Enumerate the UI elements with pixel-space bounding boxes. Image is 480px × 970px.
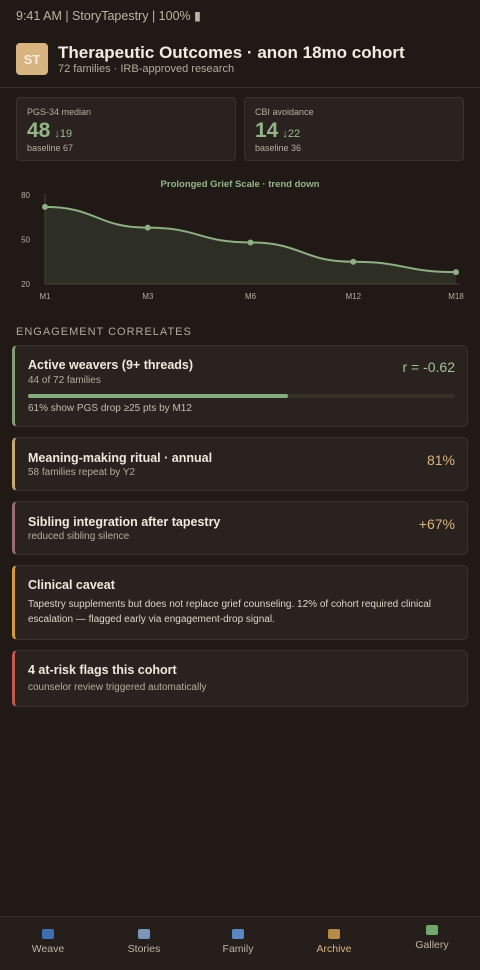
nav-weave[interactable]: Weave <box>0 917 96 970</box>
sibling-percent: +67% <box>418 516 455 532</box>
y-tick-label: 20 <box>21 280 30 289</box>
box-icon <box>328 929 340 939</box>
card-meaning-ritual[interactable]: Meaning-making ritual · annual 58 famili… <box>12 437 468 491</box>
spool-icon <box>42 929 54 939</box>
stat-delta: ↓22 <box>282 128 301 140</box>
data-point <box>350 258 357 265</box>
nav-label: Family <box>222 943 254 955</box>
card-active-weavers[interactable]: Active weavers (9+ threads) 44 of 72 fam… <box>12 345 468 427</box>
data-point <box>453 269 459 276</box>
nav-archive[interactable]: Archive <box>286 917 382 970</box>
card-title: 4 at-risk flags this cohort <box>28 663 177 677</box>
x-tick-label: M18 <box>448 292 464 301</box>
stat-value: 14 <box>255 119 279 142</box>
card-clinical-caveat: Clinical caveat Tapestry supplements but… <box>12 565 468 640</box>
stat-card-cbi[interactable]: CBI avoidance 14 ↓22 baseline 36 <box>244 97 464 161</box>
x-tick-label: M1 <box>39 292 51 301</box>
nav-label: Stories <box>127 943 161 955</box>
people-icon <box>232 929 244 939</box>
grief-trend-chart: Prolonged Grief Scale · trend down 80 50 2… <box>0 172 480 307</box>
page-title: Therapeutic Outcomes · anon 18mo cohort <box>58 43 405 62</box>
book-icon <box>138 929 150 939</box>
stat-card-pgs[interactable]: PGS-34 median 48 ↓19 baseline 67 <box>16 97 236 161</box>
card-sibling-integration[interactable]: Sibling integration after tapestry reduc… <box>12 501 468 555</box>
data-point <box>42 203 48 210</box>
y-tick-label: 80 <box>21 191 30 200</box>
page-subtitle: 72 families · IRB-approved research <box>58 63 235 75</box>
nav-label: Weave <box>31 943 65 955</box>
card-at-risk-flags[interactable]: 4 at-risk flags this cohort counselor re… <box>12 650 468 707</box>
card-note: 61% show PGS drop ≥25 pts by M12 <box>28 403 192 414</box>
stat-value: 48 <box>27 119 51 142</box>
app-avatar: ST <box>16 43 48 75</box>
stat-baseline: baseline 36 <box>255 143 302 153</box>
picture-icon <box>426 925 438 935</box>
progress-track <box>28 394 455 398</box>
section-heading: ENGAGEMENT CORRELATES <box>16 326 192 338</box>
x-tick-label: M6 <box>245 292 257 301</box>
page-header: ST Therapeutic Outcomes · anon 18mo coho… <box>16 43 464 77</box>
chart-svg: Prolonged Grief Scale · trend down 80 50 2… <box>21 179 464 301</box>
stat-label: PGS-34 median <box>27 107 92 117</box>
card-subtitle: 44 of 72 families <box>28 375 101 386</box>
nav-label: Gallery <box>415 939 449 951</box>
card-title: Clinical caveat <box>28 578 115 592</box>
card-subtitle: counselor review triggered automatically <box>28 682 207 693</box>
nav-family[interactable]: Family <box>190 917 286 970</box>
data-point <box>247 239 254 246</box>
nav-label: Archive <box>316 943 352 955</box>
bottom-nav: Weave Stories Family Archive Gallery <box>0 916 480 970</box>
nav-stories[interactable]: Stories <box>96 917 192 970</box>
card-title: Sibling integration after tapestry <box>28 515 221 529</box>
stat-delta: ↓19 <box>54 128 73 140</box>
card-subtitle: 58 families repeat by Y2 <box>28 467 136 478</box>
card-title: Active weavers (9+ threads) <box>28 358 194 372</box>
x-tick-label: M12 <box>345 292 361 301</box>
data-point <box>144 224 151 231</box>
header-divider <box>0 87 480 88</box>
ritual-percent: 81% <box>426 452 455 468</box>
caveat-body: Tapestry supplements but does not replac… <box>28 599 432 625</box>
stat-baseline: baseline 67 <box>27 143 74 153</box>
x-tick-label: M3 <box>142 292 154 301</box>
progress-fill <box>28 394 289 398</box>
card-subtitle: reduced sibling silence <box>28 531 130 542</box>
y-tick-label: 50 <box>21 236 30 245</box>
chart-title: Prolonged Grief Scale · trend down <box>161 179 320 190</box>
status-bar: 9:41 AM | StoryTapestry | 100% ▮ <box>16 9 201 23</box>
nav-gallery[interactable]: Gallery <box>384 917 480 970</box>
correlation-value: r = -0.62 <box>402 359 455 375</box>
card-title: Meaning-making ritual · annual <box>28 451 213 465</box>
stat-label: CBI avoidance <box>255 107 314 117</box>
